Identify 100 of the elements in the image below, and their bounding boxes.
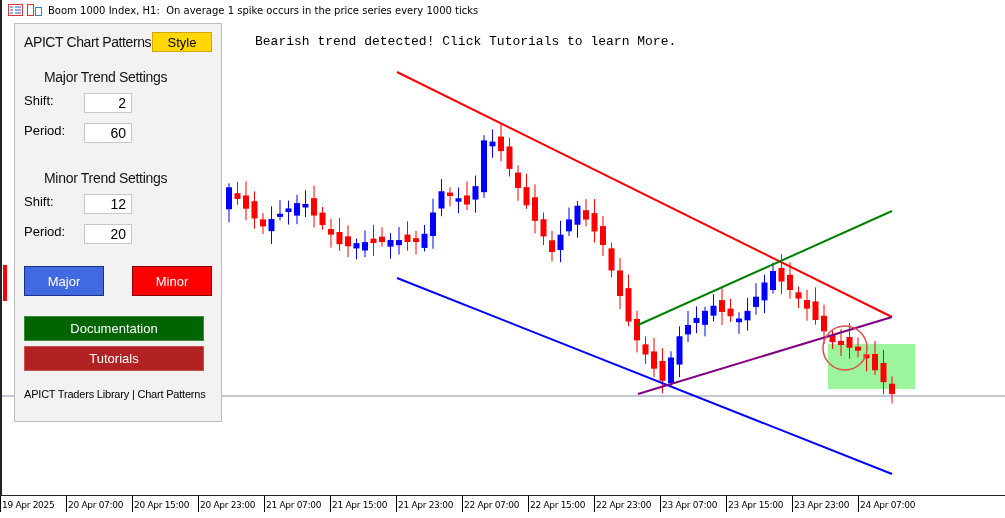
time-label: 22 Apr 15:00 <box>528 496 594 512</box>
input-field[interactable]: 2 <box>84 93 132 113</box>
candle <box>268 205 275 245</box>
tutorials-button[interactable]: Tutorials <box>24 346 204 371</box>
candle <box>761 274 768 314</box>
candle <box>498 122 504 162</box>
candle <box>634 310 640 353</box>
major-button[interactable]: Major <box>24 266 104 296</box>
field-label: Shift: <box>24 92 55 108</box>
candle <box>676 325 683 378</box>
candle <box>787 261 793 300</box>
style-button[interactable]: Style <box>152 32 212 52</box>
candle <box>846 322 853 360</box>
time-label: 20 Apr 15:00 <box>132 496 198 512</box>
time-label: 23 Apr 15:00 <box>726 496 792 512</box>
field-label: Period: <box>24 122 67 138</box>
candle <box>311 185 317 229</box>
candle <box>353 238 360 260</box>
candle <box>702 306 708 337</box>
minor-button[interactable]: Minor <box>132 266 212 296</box>
candle <box>455 187 462 214</box>
candle <box>251 190 258 230</box>
input-field[interactable]: 60 <box>84 123 132 143</box>
candle <box>447 186 453 207</box>
candle <box>506 137 513 178</box>
candle <box>617 257 623 310</box>
candle <box>753 282 759 316</box>
candle <box>421 224 428 252</box>
candle <box>438 178 445 217</box>
candle <box>489 128 496 159</box>
candle <box>523 173 530 210</box>
time-label: 22 Apr 23:00 <box>594 496 660 512</box>
candle <box>540 212 547 246</box>
candle <box>430 198 436 250</box>
candle <box>583 198 589 227</box>
panel-footer: APICT Traders Library | Chart Patterns <box>24 388 212 400</box>
candle <box>515 164 521 202</box>
candle <box>481 134 487 199</box>
chart-window-icon[interactable] <box>27 4 42 16</box>
candle <box>693 306 700 334</box>
candle <box>821 304 827 345</box>
candle <box>464 181 470 211</box>
candle <box>277 199 283 221</box>
candle <box>804 289 810 322</box>
candle <box>472 175 479 214</box>
candle <box>625 274 632 327</box>
time-label: 19 Apr 2025 <box>0 496 66 512</box>
time-label: 21 Apr 07:00 <box>264 496 330 512</box>
field-label: Shift: <box>24 193 55 209</box>
candle <box>659 347 666 394</box>
candle <box>736 311 742 335</box>
candle <box>651 337 657 378</box>
candle <box>668 350 674 388</box>
candle <box>795 286 802 309</box>
candle <box>260 212 266 235</box>
time-label: 20 Apr 07:00 <box>66 496 132 512</box>
candle <box>3 265 7 301</box>
candle <box>328 218 334 249</box>
time-label: 23 Apr 23:00 <box>792 496 858 512</box>
field-label: Period: <box>24 223 67 239</box>
candle <box>591 198 598 243</box>
candle <box>532 183 538 234</box>
candle <box>370 224 377 257</box>
candle <box>889 376 895 404</box>
candle <box>549 230 555 262</box>
section-heading: Minor Trend Settings <box>44 170 169 186</box>
candle <box>812 286 819 326</box>
candle <box>744 297 751 332</box>
candle <box>574 200 581 239</box>
candle <box>642 335 649 365</box>
candle <box>345 224 351 258</box>
docs-button[interactable]: Documentation <box>24 316 204 341</box>
candle <box>234 181 241 206</box>
input-field[interactable]: 20 <box>84 224 132 244</box>
input-field[interactable]: 12 <box>84 194 132 214</box>
candle <box>727 298 734 323</box>
candle <box>226 182 232 223</box>
candle <box>829 330 836 350</box>
candle <box>404 220 411 252</box>
candle <box>319 206 326 231</box>
time-label: 21 Apr 23:00 <box>396 496 462 512</box>
candle <box>294 194 300 225</box>
candle <box>396 226 402 256</box>
time-label: 21 Apr 15:00 <box>330 496 396 512</box>
candle <box>302 189 309 218</box>
candle <box>387 232 394 260</box>
panel-title: APICT Chart Patterns <box>24 34 152 50</box>
list-icon[interactable] <box>8 4 23 16</box>
candle <box>855 336 861 358</box>
candle <box>336 217 343 252</box>
candle <box>379 226 385 248</box>
candle <box>557 220 564 263</box>
section-heading: Major Trend Settings <box>44 69 169 85</box>
candle <box>880 349 887 395</box>
alert-message: Bearish trend detected! Click Tutorials to learn More. <box>255 34 677 49</box>
time-label: 23 Apr 07:00 <box>660 496 726 512</box>
candle <box>719 285 725 326</box>
candle <box>285 200 292 225</box>
candle <box>608 242 615 278</box>
candle <box>413 230 419 255</box>
